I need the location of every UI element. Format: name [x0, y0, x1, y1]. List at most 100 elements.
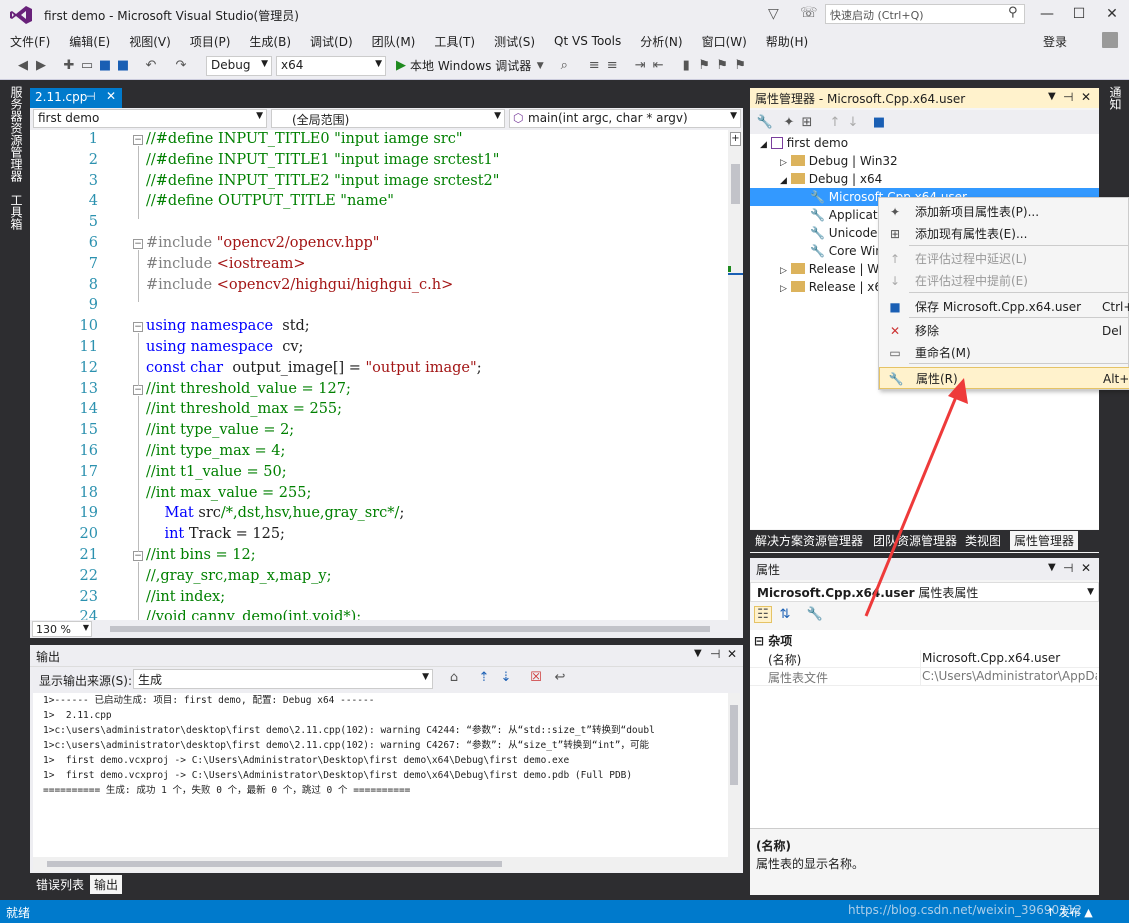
indent-icon[interactable]: ⇥	[631, 58, 649, 73]
add-new-sheet-icon[interactable]: ✦	[780, 115, 798, 130]
user-icon[interactable]	[1102, 32, 1118, 48]
close-button[interactable]: ✕	[1099, 4, 1125, 24]
code-line[interactable]: 8 #include <opencv2/highgui/highgui_c.h>	[30, 277, 730, 298]
props-pin-icon[interactable]: ⊣	[1063, 561, 1073, 575]
platform-dropdown[interactable]: x64 ▼	[276, 55, 386, 76]
find-message-icon[interactable]: ⌂	[445, 670, 463, 685]
menu-file[interactable]: 文件(F)	[10, 33, 50, 50]
code-editor[interactable]: 1 //#define INPUT_TITLE0 "input iamge src…	[30, 130, 743, 620]
feedback-icon[interactable]: ☏	[800, 5, 818, 21]
code-line[interactable]: 7 #include <iostream>	[30, 256, 730, 277]
collapse-icon[interactable]: −	[133, 384, 143, 395]
pm-pin-icon[interactable]: ⊣	[1063, 90, 1073, 104]
ctx-add-existing-property-sheet[interactable]: ⊞ 添加现有属性表(E)...	[879, 223, 1129, 245]
run-dropdown-icon[interactable]: ▼	[531, 61, 549, 71]
ctx-rename[interactable]: ▭ 重命名(M)	[879, 342, 1129, 364]
code-line[interactable]: 2 //#define INPUT_TITLE1 "input image src…	[30, 152, 730, 173]
tree-node-application[interactable]: 🔧 Applicati	[810, 206, 881, 224]
error-list-tab[interactable]: 错误列表	[33, 875, 87, 894]
code-line[interactable]: 11 using namespace cv;	[30, 339, 730, 360]
quick-launch-input[interactable]: 快速启动 (Ctrl+Q)	[825, 4, 1025, 24]
property-row[interactable]: 属性表文件 C:\Users\Administrator\AppData\	[750, 668, 1099, 686]
code-line[interactable]: 23 //int index;	[30, 589, 730, 610]
collapse-icon[interactable]: −	[133, 239, 143, 249]
prev-message-icon[interactable]: ⇡	[475, 670, 493, 685]
output-text[interactable]: 1>------ 已启动生成: 项目: first demo, 配置: Debu…	[33, 693, 728, 863]
prev-bookmark-icon[interactable]: ⚑	[695, 58, 713, 73]
search-icon[interactable]: ⚲	[1008, 5, 1018, 20]
pm-menu-icon[interactable]: ▼	[1048, 91, 1056, 102]
pm-close-icon[interactable]: ✕	[1081, 90, 1091, 104]
props-menu-icon[interactable]: ▼	[1048, 562, 1056, 573]
zoom-dropdown[interactable]: 130 % ▼	[32, 621, 92, 637]
save-icon[interactable]: ■	[96, 58, 114, 73]
menu-test[interactable]: 测试(S)	[494, 33, 535, 50]
pin-icon[interactable]: ⊣	[86, 90, 96, 103]
tree-node-debug-x64[interactable]: ◢ Debug | x64	[780, 170, 882, 188]
output-menu-icon[interactable]: ▼	[694, 648, 702, 659]
menu-edit[interactable]: 编辑(E)	[69, 33, 110, 50]
undo-icon[interactable]: ↶	[142, 58, 160, 73]
config-dropdown[interactable]: Debug ▼	[206, 55, 272, 76]
back-icon[interactable]: ◀	[14, 58, 32, 73]
categorized-icon[interactable]: ☷	[754, 606, 772, 623]
property-manager-tab[interactable]: 属性管理器	[1010, 531, 1079, 550]
save-sheet-icon[interactable]: ■	[870, 115, 888, 130]
output-source-dropdown[interactable]: 生成 ▼	[133, 669, 433, 689]
output-horizontal-scrollbar[interactable]	[33, 857, 740, 871]
code-line[interactable]: 9	[30, 297, 730, 318]
property-row[interactable]: (名称) Microsoft.Cpp.x64.user	[750, 650, 1099, 668]
code-line[interactable]: 24 //void canny_demo(int,void*);	[30, 609, 730, 620]
menu-build[interactable]: 生成(B)	[249, 33, 291, 50]
code-line[interactable]: 5	[30, 214, 730, 235]
scope-nav-dropdown[interactable]: (全局范围) ▼	[271, 109, 505, 128]
tree-node-release-win32[interactable]: ▷ Release | Win	[780, 260, 890, 278]
output-tab[interactable]: 输出	[90, 875, 123, 894]
open-file-icon[interactable]: ▭	[78, 58, 96, 73]
tree-node-release-x64[interactable]: ▷ Release | x64	[780, 278, 890, 296]
scroll-thumb[interactable]	[731, 164, 740, 204]
output-scroll-thumb[interactable]	[730, 705, 738, 785]
ctx-remove[interactable]: ✕ 移除 Del	[879, 320, 1129, 342]
code-line[interactable]: 15 //int type_value = 2;	[30, 422, 730, 443]
code-line[interactable]: 12 const char output_image[] = "output im…	[30, 360, 730, 381]
clear-all-icon[interactable]: ☒	[527, 670, 545, 685]
maximize-button[interactable]: ☐	[1066, 4, 1092, 24]
next-message-icon[interactable]: ⇣	[497, 670, 515, 685]
output-close-icon[interactable]: ✕	[727, 647, 737, 661]
next-bookmark-icon[interactable]: ⚑	[713, 58, 731, 73]
project-nav-dropdown[interactable]: first demo ▼	[33, 109, 267, 128]
code-line[interactable]: 17 //int t1_value = 50;	[30, 464, 730, 485]
clear-bookmarks-icon[interactable]: ⚑	[731, 58, 749, 73]
code-line[interactable]: 4 //#define OUTPUT_TITLE "name"	[30, 193, 730, 214]
save-all-icon[interactable]: ■	[114, 58, 132, 73]
split-icon[interactable]: +	[730, 132, 741, 146]
menu-view[interactable]: 视图(V)	[129, 33, 171, 50]
publish-button[interactable]: ↑ 发布 ▲	[1046, 904, 1093, 920]
collapse-icon[interactable]: −	[133, 135, 143, 145]
add-existing-sheet-icon[interactable]: ⊞	[798, 115, 816, 130]
move-up-icon[interactable]: ↑	[826, 115, 844, 130]
menu-debug[interactable]: 调试(D)	[310, 33, 353, 50]
ctx-save-sheet[interactable]: ■ 保存 Microsoft.Cpp.x64.user Ctrl+	[879, 296, 1129, 318]
filter-icon[interactable]: ▽	[768, 6, 779, 22]
bookmark-icon[interactable]: ▮	[677, 58, 695, 73]
word-wrap-icon[interactable]: ↩	[551, 670, 569, 685]
close-tab-icon[interactable]: ✕	[106, 89, 116, 103]
outdent-icon[interactable]: ⇤	[649, 58, 667, 73]
menu-analyze[interactable]: 分析(N)	[640, 33, 682, 50]
h-scroll-thumb[interactable]	[110, 626, 710, 632]
menu-help[interactable]: 帮助(H)	[766, 33, 808, 50]
menu-project[interactable]: 项目(P)	[190, 33, 231, 50]
code-line[interactable]: 18 //int max_value = 255;	[30, 485, 730, 506]
tree-node-unicode[interactable]: 🔧 Unicode	[810, 224, 877, 242]
category-header[interactable]: ⊟ 杂项	[754, 632, 792, 649]
redo-icon[interactable]: ↷	[172, 58, 190, 73]
menu-window[interactable]: 窗口(W)	[702, 33, 747, 50]
function-nav-dropdown[interactable]: ⬡ main(int argc, char * argv) ▼	[509, 109, 741, 128]
code-line[interactable]: 20 int Track = 125;	[30, 526, 730, 547]
tree-node-first-demo[interactable]: ◢ first demo	[760, 134, 848, 152]
properties-wrench-icon[interactable]: 🔧	[756, 115, 774, 130]
comment-icon[interactable]: ≡	[585, 58, 603, 73]
notifications-tab[interactable]: 通知	[1107, 86, 1124, 110]
